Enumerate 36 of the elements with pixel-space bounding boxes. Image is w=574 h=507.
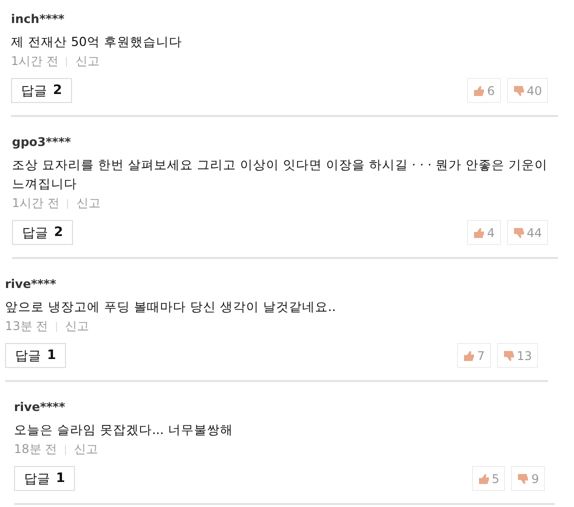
dislike-button[interactable]: 13 bbox=[496, 343, 538, 368]
report-link[interactable]: 신고 bbox=[65, 318, 90, 335]
reply-button[interactable]: 답글 2 bbox=[11, 78, 72, 103]
comment-time: 1시간 전 bbox=[12, 195, 60, 212]
thumbs-up-icon bbox=[473, 226, 486, 238]
comment-author: gpo3**** bbox=[12, 135, 72, 149]
report-link[interactable]: 신고 bbox=[76, 195, 100, 212]
thumbs-up-icon bbox=[463, 350, 476, 362]
reply-button[interactable]: 답글 1 bbox=[14, 466, 76, 491]
comment-time: 18분 전 bbox=[14, 441, 58, 458]
comment-text: 제 전재산 50억 후원했습니다 bbox=[11, 33, 183, 51]
dislike-button[interactable]: 44 bbox=[506, 220, 548, 245]
reply-button[interactable]: 답글 2 bbox=[12, 220, 74, 245]
thumbs-up-icon bbox=[478, 472, 490, 484]
thumbs-down-icon bbox=[512, 226, 525, 238]
dislike-button[interactable]: 9 bbox=[511, 466, 545, 491]
like-button[interactable]: 5 bbox=[472, 466, 506, 491]
dislike-button[interactable]: 40 bbox=[506, 78, 548, 103]
comment-text: 앞으로 냉장고에 푸딩 볼때마다 당신 생각이 날것같네요.. bbox=[5, 298, 337, 316]
comment-text: 오늘은 슬라임 못잡겠다... 너무불쌍해 bbox=[14, 421, 234, 439]
thumbs-up-icon bbox=[473, 84, 486, 96]
thumbs-down-icon bbox=[517, 472, 530, 484]
report-link[interactable]: 신고 bbox=[75, 53, 100, 70]
reply-button[interactable]: 답글 1 bbox=[5, 343, 66, 368]
comment-author: inch**** bbox=[11, 12, 66, 26]
comment-author: rive**** bbox=[14, 400, 66, 414]
comment-time: 13분 전 bbox=[5, 318, 48, 335]
comment-author: rive**** bbox=[5, 277, 58, 291]
like-button[interactable]: 6 bbox=[467, 78, 501, 103]
like-button[interactable]: 4 bbox=[467, 220, 501, 245]
report-link[interactable]: 신고 bbox=[74, 441, 98, 458]
comment-time: 1시간 전 bbox=[11, 53, 58, 70]
like-button[interactable]: 7 bbox=[457, 343, 491, 368]
thumbs-down-icon bbox=[502, 350, 515, 362]
comment-text: 조상 묘자리를 한번 살펴보세요 그리고 이상이 잇다면 이장을 하시길 · · · 뭔가 안좋은 기운이 느껴집니다 bbox=[12, 156, 548, 193]
thumbs-down-icon bbox=[512, 84, 525, 96]
